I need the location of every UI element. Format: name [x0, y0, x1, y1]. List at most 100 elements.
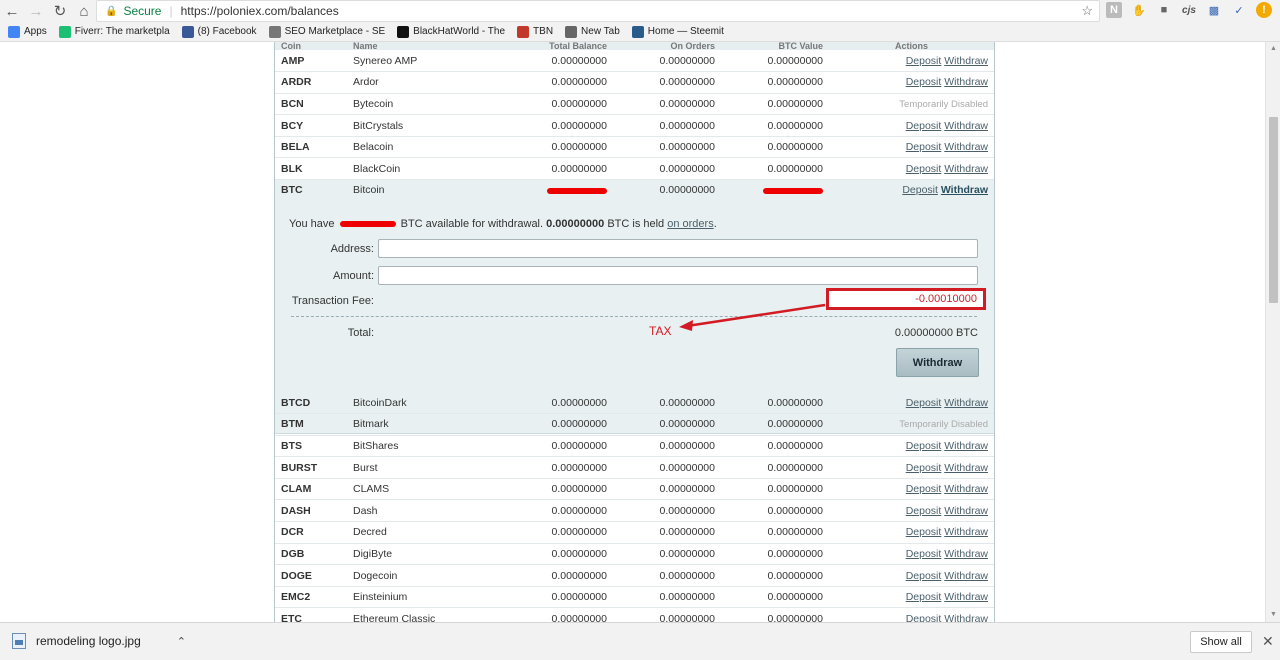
withdraw-link[interactable]: Withdraw — [944, 548, 988, 560]
row-actions: Temporarily Disabled — [829, 93, 994, 116]
on-orders-value: 0.00000000 — [613, 435, 721, 458]
deposit-link[interactable]: Deposit — [906, 163, 942, 175]
header-name[interactable]: Name — [347, 42, 505, 50]
bookmark-star-icon[interactable]: ☆ — [1081, 3, 1093, 19]
header-total-balance[interactable]: Total Balance — [505, 42, 613, 50]
address-input[interactable] — [378, 239, 978, 258]
btc-value: 0.00000000 — [721, 392, 829, 415]
deposit-link[interactable]: Deposit — [906, 462, 942, 474]
extension-check-icon[interactable]: ✓ — [1231, 2, 1247, 18]
forward-arrow-icon[interactable]: → — [24, 0, 48, 22]
bookmark-item[interactable]: Apps — [8, 25, 47, 38]
deposit-link[interactable]: Deposit — [906, 55, 942, 67]
amount-input[interactable] — [378, 266, 978, 285]
bookmark-label: Apps — [24, 26, 47, 37]
withdraw-link[interactable]: Withdraw — [944, 163, 988, 175]
withdraw-link[interactable]: Withdraw — [944, 526, 988, 538]
coin-symbol: EMC2 — [275, 586, 347, 609]
on-orders-value: 0.00000000 — [613, 521, 721, 544]
deposit-link[interactable]: Deposit — [906, 505, 942, 517]
deposit-link[interactable]: Deposit — [906, 548, 942, 560]
header-coin[interactable]: Coin — [275, 42, 347, 50]
bookmark-item[interactable]: Fiverr: The marketpla — [58, 25, 170, 38]
bookmark-item[interactable]: TBN — [517, 25, 553, 38]
bookmark-item[interactable]: Home — Steemit — [631, 25, 724, 38]
withdraw-link[interactable]: Withdraw — [944, 76, 988, 88]
transaction-fee-label: Transaction Fee: — [291, 295, 374, 307]
withdraw-button[interactable]: Withdraw — [896, 348, 979, 377]
deposit-link[interactable]: Deposit — [906, 613, 942, 622]
deposit-link[interactable]: Deposit — [906, 120, 942, 132]
coin-name: Bytecoin — [347, 93, 505, 116]
table-row: DASH Dash 0.00000000 0.00000000 0.00000000 De… — [275, 499, 994, 523]
withdraw-link[interactable]: Withdraw — [944, 440, 988, 452]
row-actions: Deposit Withdraw — [829, 564, 994, 587]
deposit-link[interactable]: Deposit — [902, 184, 938, 196]
bookmark-favicon-icon — [397, 25, 410, 38]
url-text[interactable]: https://poloniex.com/balances — [181, 4, 339, 18]
close-icon[interactable]: ✕ — [1262, 633, 1274, 650]
download-file-name[interactable]: remodeling logo.jpg — [36, 634, 141, 648]
reload-icon[interactable]: ↻ — [48, 0, 72, 22]
withdraw-link[interactable]: Withdraw — [944, 613, 988, 622]
bookmark-item[interactable]: New Tab — [565, 25, 620, 38]
bookmark-item[interactable]: SEO Marketplace - SE — [268, 25, 385, 38]
page-scrollbar[interactable]: ▲ ▼ — [1265, 42, 1280, 622]
withdraw-link[interactable]: Withdraw — [944, 591, 988, 603]
scroll-up-icon[interactable]: ▲ — [1269, 45, 1278, 53]
extension-alert-icon[interactable]: ! — [1256, 2, 1272, 18]
scroll-down-icon[interactable]: ▼ — [1269, 611, 1278, 619]
withdraw-link[interactable]: Withdraw — [944, 570, 988, 582]
withdraw-link[interactable]: Withdraw — [941, 184, 988, 196]
available-text: BTC available for withdrawal. — [400, 218, 544, 230]
deposit-link[interactable]: Deposit — [906, 591, 942, 603]
coin-symbol: BELA — [275, 136, 347, 159]
back-arrow-icon[interactable]: ← — [0, 0, 24, 22]
address-bar[interactable]: 🔒 Secure | https://poloniex.com/balances… — [96, 0, 1100, 22]
btc-value: 0.00000000 — [721, 136, 829, 159]
header-btc-value[interactable]: BTC Value — [721, 42, 829, 50]
btc-value: 0.00000000 — [721, 435, 829, 458]
bookmark-label: BlackHatWorld - The — [413, 26, 506, 37]
btc-value: 0.00000000 — [721, 456, 829, 479]
bookmark-item[interactable]: BlackHatWorld - The — [397, 25, 506, 38]
deposit-link[interactable]: Deposit — [906, 526, 942, 538]
deposit-link[interactable]: Deposit — [906, 570, 942, 582]
coin-name: DigiByte — [347, 543, 505, 566]
scrollbar-thumb[interactable] — [1269, 117, 1278, 303]
chevron-up-icon[interactable]: ⌃ — [177, 635, 186, 648]
withdraw-link[interactable]: Withdraw — [944, 397, 988, 409]
withdraw-link[interactable]: Withdraw — [944, 462, 988, 474]
total-balance: 0.00000000 — [505, 114, 613, 137]
lock-icon: 🔒 — [105, 5, 118, 17]
extension-clapper-icon[interactable]: ▩ — [1206, 2, 1222, 18]
header-on-orders[interactable]: On Orders — [613, 42, 721, 50]
download-item[interactable]: remodeling logo.jpg ⌃ — [12, 633, 186, 649]
total-value: 0.00000000 BTC — [894, 327, 978, 339]
deposit-link[interactable]: Deposit — [906, 440, 942, 452]
deposit-link[interactable]: Deposit — [906, 397, 942, 409]
extension-hand-icon[interactable]: ✋ — [1131, 2, 1147, 18]
bookmark-favicon-icon — [181, 25, 194, 38]
deposit-link[interactable]: Deposit — [906, 141, 942, 153]
extension-n-icon[interactable]: N — [1106, 2, 1122, 18]
withdraw-link[interactable]: Withdraw — [944, 55, 988, 67]
withdraw-link[interactable]: Withdraw — [944, 120, 988, 132]
show-all-button[interactable]: Show all — [1190, 631, 1252, 653]
home-icon[interactable]: ⌂ — [72, 0, 96, 22]
annotation-arrow-icon — [679, 303, 826, 331]
withdraw-link[interactable]: Withdraw — [944, 483, 988, 495]
total-balance: 0.00000000 — [505, 93, 613, 116]
on-orders-link[interactable]: on orders — [667, 218, 713, 230]
header-actions: Actions — [829, 42, 994, 50]
coin-symbol: DGB — [275, 543, 347, 566]
bookmark-favicon-icon — [565, 25, 578, 38]
extension-camera-icon[interactable]: ■ — [1156, 2, 1172, 18]
deposit-link[interactable]: Deposit — [906, 483, 942, 495]
extension-cjs-icon[interactable]: cjs — [1181, 2, 1197, 18]
withdraw-link[interactable]: Withdraw — [944, 141, 988, 153]
bookmark-item[interactable]: (8) Facebook — [181, 25, 257, 38]
withdraw-link[interactable]: Withdraw — [944, 505, 988, 517]
deposit-link[interactable]: Deposit — [906, 76, 942, 88]
coin-symbol: BURST — [275, 456, 347, 479]
